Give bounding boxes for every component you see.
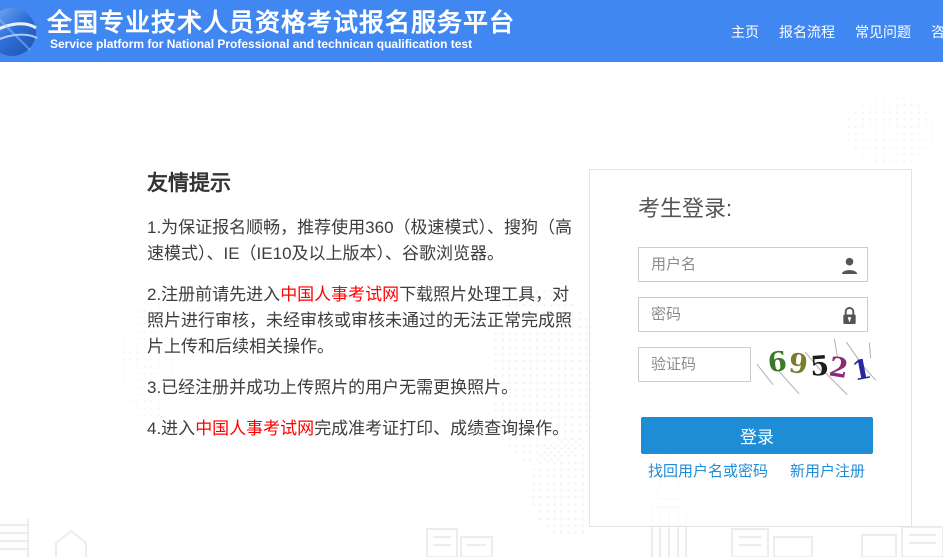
captcha-digit: 2 [827,352,852,385]
notice-item-3: 3.已经注册并成功上传照片的用户无需更换照片。 [147,375,573,401]
captcha-code: 6 9 5 2 1 [768,348,872,378]
notice-item-1: 1.为保证报名顺畅，推荐使用360（极速模式）、搜狗（高速模式）、IE（IE10… [147,215,573,267]
nav-consult[interactable]: 咨询 [931,22,943,42]
lock-icon [840,306,859,325]
login-button[interactable]: 登录 [641,417,873,454]
notice-section: 友情提示 1.为保证报名顺畅，推荐使用360（极速模式）、搜狗（高速模式）、IE… [147,172,573,442]
captcha-image[interactable]: 6 9 5 2 1 [766,348,870,390]
notice-text: 2.注册前请先进入 [147,285,280,304]
cpta-site-link[interactable]: 中国人事考试网 [280,285,399,304]
notice-item-4: 4.进入中国人事考试网完成准考证打印、成绩查询操作。 [147,416,573,442]
notice-text: 4.进入 [147,419,195,438]
login-panel: 考生登录: 6 9 5 2 1 [589,169,912,527]
site-subtitle: Service platform for National Profession… [50,37,472,51]
captcha-input[interactable] [639,348,750,381]
cpta-site-link[interactable]: 中国人事考试网 [195,419,314,438]
password-input[interactable] [639,298,867,331]
username-field-wrapper [638,247,868,282]
captcha-digit: 9 [787,349,811,381]
nav-registration-process[interactable]: 报名流程 [779,22,835,42]
new-user-register-link[interactable]: 新用户注册 [790,460,865,481]
notice-text: 3.已经注册并成功上传照片的用户无需更换照片。 [147,378,518,397]
globe-logo-icon [0,6,38,58]
notice-text: 1.为保证报名顺畅，推荐使用360（极速模式）、搜狗（高速模式）、IE（IE10… [147,218,572,263]
recover-account-link[interactable]: 找回用户名或密码 [648,460,768,481]
login-links: 找回用户名或密码 新用户注册 [648,460,865,481]
header-banner: 全国专业技术人员资格考试报名服务平台 Service platform for … [0,0,943,62]
notice-text: 完成准考证打印、成绩查询操作。 [314,419,569,438]
password-field-wrapper [638,297,868,332]
dot-map-pattern [845,95,935,165]
username-input[interactable] [639,248,867,281]
captcha-digit: 1 [850,354,876,387]
site-title: 全国专业技术人员资格考试报名服务平台 [47,3,515,39]
nav-faq[interactable]: 常见问题 [855,22,911,42]
notice-heading: 友情提示 [147,172,573,196]
captcha-field-wrapper [638,347,751,382]
top-nav: 主页 报名流程 常见问题 咨询 [731,22,943,42]
notice-item-2: 2.注册前请先进入中国人事考试网下载照片处理工具，对照片进行审核，未经审核或审核… [147,282,573,360]
user-icon [840,256,859,275]
nav-home[interactable]: 主页 [731,22,759,42]
login-heading: 考生登录: [638,194,732,224]
